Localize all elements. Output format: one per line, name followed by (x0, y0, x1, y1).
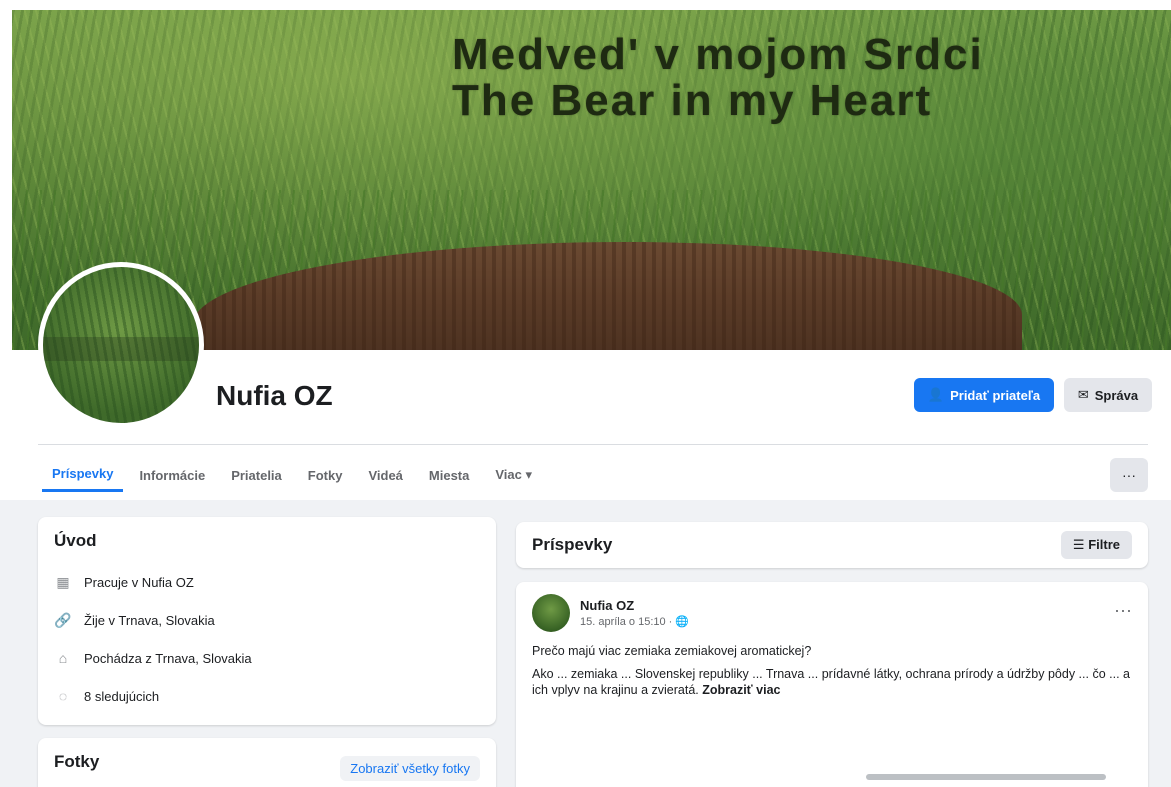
add-friend-button[interactable]: 👤 Pridať priateľa (914, 378, 1054, 412)
home-icon: ⌂ (58, 650, 68, 666)
filter-icon: ☰ (1072, 537, 1085, 552)
posts-header-card: Príspevky ☰ Filtre (516, 522, 1148, 568)
cover-title: Medved' v mojom Srdci The Bear in my Hea… (452, 32, 984, 124)
header-divider (38, 444, 1148, 445)
post-meta[interactable]: 15. apríla o 15:10 · 🌐 (580, 615, 689, 628)
photos-card: Fotky Zobraziť všetky fotky (38, 738, 496, 787)
tab-about[interactable]: Informácie (129, 458, 215, 492)
tab-photos[interactable]: Fotky (298, 458, 353, 492)
post-header: Nufia OZ 15. apríla o 15:10 · 🌐 ··· (532, 594, 1132, 632)
post-menu-icon[interactable]: ··· (1114, 600, 1132, 621)
tab-places[interactable]: Miesta (419, 458, 479, 492)
posts-title: Príspevky (532, 535, 613, 554)
post-card: Nufia OZ 15. apríla o 15:10 · 🌐 ··· Preč… (516, 582, 1148, 787)
post-link-preview[interactable] (866, 774, 1106, 780)
add-friend-icon: 👤 (927, 387, 945, 402)
intro-row-from: ⌂ Pochádza z Trnava, Slovakia (54, 639, 480, 677)
profile-tabs: Príspevky Informácie Priatelia Fotky Vid… (42, 458, 542, 492)
see-all-photos-link[interactable]: Zobraziť všetky fotky (340, 755, 480, 781)
intro-row-text: Žije v Trnava, Slovakia (84, 612, 215, 628)
followers-icon: ◌ (58, 688, 68, 704)
filter-label: Filtre (1088, 537, 1120, 552)
intro-row-text: Pracuje v Nufia OZ (84, 574, 194, 590)
photos-title: Fotky (54, 752, 100, 771)
photos-header: Fotky Zobraziť všetky fotky (54, 752, 480, 784)
tab-more[interactable]: Viac ▾ (485, 458, 542, 492)
add-friend-label: Pridať priateľa (950, 387, 1041, 403)
cover-title-line1: Medved' v mojom Srdci (452, 30, 984, 79)
intro-row-text: Pochádza z Trnava, Slovakia (84, 650, 252, 666)
intro-row-work: ▦ Pracuje v Nufia OZ (54, 563, 480, 601)
profile-name: Nufia OZ (216, 380, 333, 411)
post-avatar[interactable] (532, 594, 570, 632)
avatar-band (43, 337, 199, 361)
intro-row-lives: 🔗 Žije v Trnava, Slovakia (54, 601, 480, 639)
briefcase-icon: ▦ (56, 573, 70, 590)
post-author[interactable]: Nufia OZ (580, 598, 689, 613)
filter-button[interactable]: ☰ Filtre (1060, 531, 1132, 559)
link-icon: 🔗 (54, 611, 72, 628)
post-body-text: Ako ... zemiaka ... Slovenskej republiky… (532, 667, 1130, 697)
tab-posts[interactable]: Príspevky (42, 458, 124, 492)
message-button[interactable]: ✉ Správa (1064, 378, 1152, 412)
profile-avatar[interactable] (38, 262, 204, 428)
post-author-block: Nufia OZ 15. apríla o 15:10 · 🌐 (580, 598, 689, 628)
message-icon: ✉ (1077, 387, 1089, 402)
cover-title-line2: The Bear in my Heart (452, 76, 933, 125)
intro-row-followers[interactable]: ◌ 8 sledujúcich (54, 677, 480, 715)
intro-row-text: 8 sledujúcich (84, 688, 160, 704)
see-more-link[interactable]: Zobraziť viac (702, 683, 780, 697)
tab-videos[interactable]: Videá (358, 458, 412, 492)
post-body: Ako ... zemiaka ... Slovenskej republiky… (532, 666, 1132, 698)
post-question: Prečo majú viac zemiaka zemiakovej aroma… (532, 644, 812, 658)
message-label: Správa (1094, 387, 1139, 403)
intro-card: Úvod ▦ Pracuje v Nufia OZ 🔗 Žije v Trnav… (38, 517, 496, 725)
more-options-button[interactable]: ··· (1110, 458, 1148, 492)
intro-title: Úvod (54, 531, 97, 550)
tab-friends[interactable]: Priatelia (221, 458, 292, 492)
